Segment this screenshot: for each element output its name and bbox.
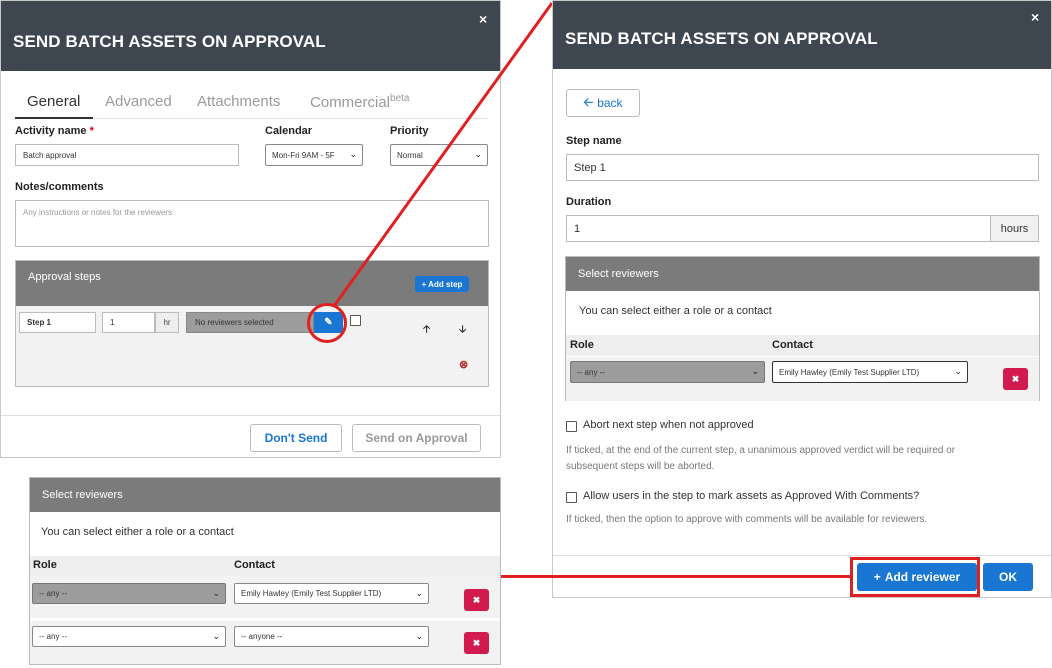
contact-column-header: Contact — [772, 339, 813, 351]
button-label: back — [597, 96, 623, 110]
abort-checkbox[interactable] — [566, 421, 577, 432]
chevron-down-icon: ⌄ — [751, 365, 759, 376]
select-reviewers-header: Select reviewers — [30, 478, 500, 512]
allow-comments-label: Allow users in the step to mark assets a… — [583, 490, 920, 502]
select-hint: You can select either a role or a contac… — [41, 526, 234, 538]
chevron-down-icon: ⌄ — [415, 630, 423, 641]
select-hint: You can select either a role or a contac… — [579, 305, 772, 317]
duration-input[interactable]: 1 — [566, 215, 991, 242]
duration-label: Duration — [566, 196, 612, 208]
close-icon: ✖ — [472, 594, 481, 605]
chevron-down-icon: ⌄ — [212, 630, 220, 641]
delete-reviewer-button[interactable]: ✖ — [1003, 368, 1028, 390]
abort-help-text: If ticked, at the end of the current ste… — [566, 445, 956, 472]
dialog-title: SEND BATCH ASSETS ON APPROVAL — [565, 29, 878, 48]
connector-line-bottom — [500, 575, 851, 578]
footer-divider — [553, 555, 1051, 556]
chevron-down-icon: ⌄ — [212, 587, 220, 598]
role-column-header: Role — [33, 559, 57, 571]
select-value: -- any -- — [39, 632, 67, 641]
role-column-header: Role — [570, 339, 594, 351]
select-value: -- anyone -- — [241, 632, 283, 641]
select-value: -- any -- — [39, 589, 67, 598]
close-icon[interactable]: × — [1031, 9, 1039, 25]
select-value: Emily Hawley (Emily Test Supplier LTD) — [241, 589, 382, 598]
abort-label: Abort next step when not approved — [583, 419, 754, 431]
chevron-down-icon: ⌄ — [415, 587, 423, 598]
select-reviewers-header: Select reviewers — [566, 257, 1039, 291]
contact-select[interactable]: Emily Hawley (Emily Test Supplier LTD) ⌄ — [234, 583, 429, 604]
role-select[interactable]: -- any -- ⌄ — [570, 361, 765, 383]
dialog-header: SEND BATCH ASSETS ON APPROVAL × — [553, 1, 1051, 69]
delete-reviewer-button[interactable]: ✖ — [464, 589, 489, 611]
arrow-left-icon: 🡠 — [583, 94, 594, 109]
chevron-down-icon: ⌄ — [954, 365, 962, 376]
select-value: -- any -- — [577, 367, 605, 377]
ok-button[interactable]: OK — [983, 563, 1033, 591]
step-name-label: Step name — [566, 135, 622, 147]
contact-select[interactable]: Emily Hawley (Emily Test Supplier LTD) ⌄ — [772, 361, 968, 383]
role-select[interactable]: -- any -- ⌄ — [32, 583, 226, 604]
close-icon: ✖ — [472, 637, 481, 648]
highlight-box — [850, 557, 980, 597]
right-step-dialog: SEND BATCH ASSETS ON APPROVAL × 🡠 back St… — [552, 0, 1052, 598]
select-value: Emily Hawley (Emily Test Supplier LTD) — [779, 367, 920, 377]
role-select[interactable]: -- any -- ⌄ — [32, 626, 226, 647]
back-button[interactable]: 🡠 back — [566, 89, 640, 117]
allow-comments-checkbox[interactable] — [566, 492, 577, 503]
step-name-input[interactable]: Step 1 — [566, 154, 1039, 181]
delete-reviewer-button[interactable]: ✖ — [464, 632, 489, 654]
contact-column-header: Contact — [234, 559, 275, 571]
duration-unit: hours — [990, 215, 1039, 242]
contact-select[interactable]: -- anyone -- ⌄ — [234, 626, 429, 647]
allow-comments-help-text: If ticked, then the option to approve wi… — [566, 514, 928, 525]
close-icon: ✖ — [1011, 373, 1020, 384]
